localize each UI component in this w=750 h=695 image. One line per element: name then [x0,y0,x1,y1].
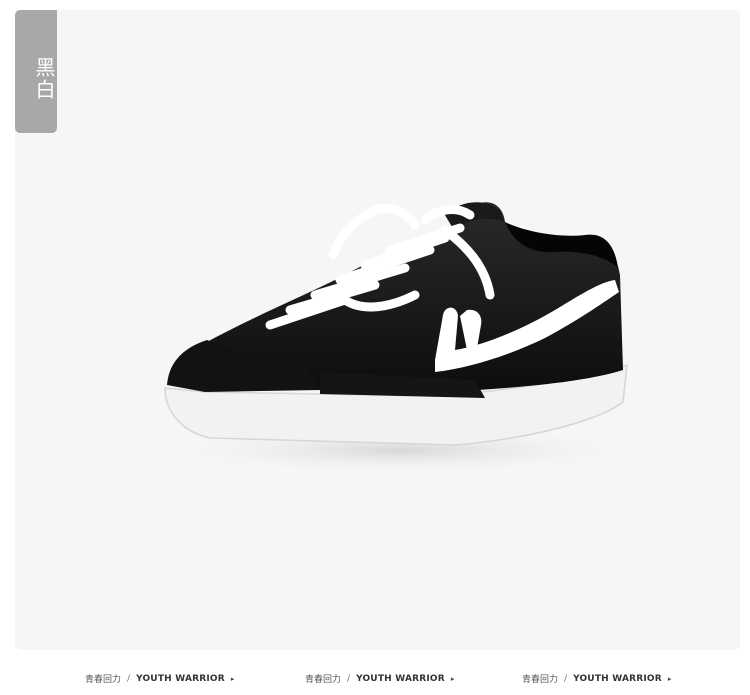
footer-separator: / [347,673,351,684]
footer-brand-cn: 青春回力 [522,675,559,685]
color-variant-tag: 黑白 [15,10,57,133]
footer-brand-item: 青春回力 / YOUTH WARRIOR ▸ [305,672,455,686]
arrow-right-icon: ▸ [230,674,235,683]
footer-brand-cn: 青春回力 [305,675,342,685]
sneaker-image [150,202,650,475]
brand-footer: 青春回力 / YOUTH WARRIOR ▸ 青春回力 / YOUTH WARR… [0,672,750,692]
footer-brand-en: YOUTH WARRIOR [573,673,662,684]
footer-brand-en: YOUTH WARRIOR [356,673,445,684]
footer-brand-en: YOUTH WARRIOR [136,673,225,684]
footer-separator: / [127,673,131,684]
footer-separator: / [564,673,568,684]
footer-brand-item: 青春回力 / YOUTH WARRIOR ▸ [522,672,672,686]
footer-brand-item: 青春回力 / YOUTH WARRIOR ▸ [85,672,235,686]
footer-brand-cn: 青春回力 [85,675,122,685]
arrow-right-icon: ▸ [667,674,672,683]
arrow-right-icon: ▸ [450,674,455,683]
product-photo [15,10,740,650]
